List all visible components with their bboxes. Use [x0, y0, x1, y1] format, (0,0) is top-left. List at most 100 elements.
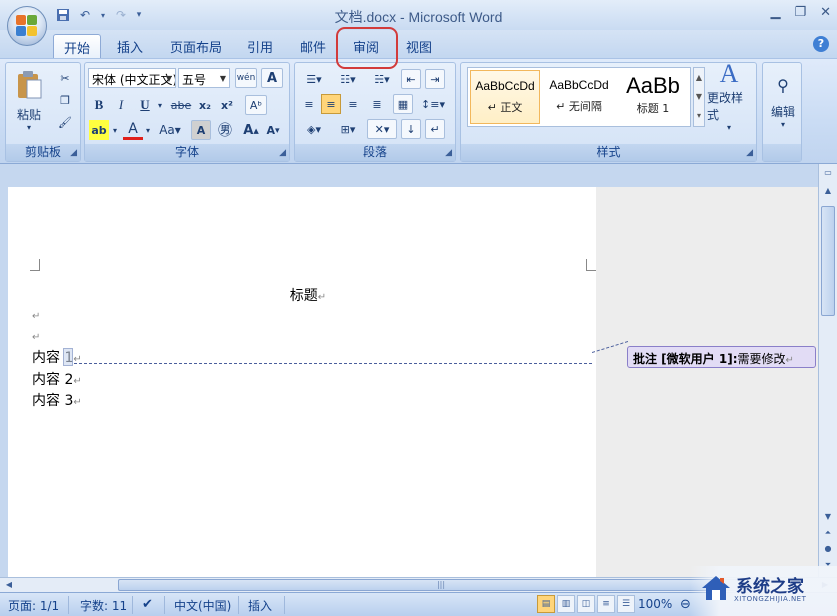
- scroll-left-icon[interactable]: ◀: [2, 578, 16, 592]
- previous-page-icon[interactable]: ⏶: [821, 526, 835, 540]
- tab-insert[interactable]: 插入: [107, 34, 153, 58]
- web-layout-icon[interactable]: ◫: [577, 595, 595, 613]
- help-icon[interactable]: ?: [813, 36, 829, 52]
- scroll-down-icon[interactable]: ▼: [821, 510, 835, 524]
- proofing-icon[interactable]: ✔: [142, 597, 153, 612]
- font-color-dropdown-icon[interactable]: ▾: [143, 120, 153, 140]
- status-language[interactable]: 中文(中国): [174, 597, 231, 614]
- format-painter-icon[interactable]: 🖌: [56, 113, 74, 131]
- dialog-launcher-icon[interactable]: ◢: [279, 148, 286, 158]
- view-buttons: ▤ ▥ ◫ ≡ ☰: [537, 595, 635, 613]
- editing-button[interactable]: ⚲ 编辑 ▾: [765, 67, 801, 137]
- full-screen-reading-icon[interactable]: ▥: [557, 595, 575, 613]
- strikethrough-icon[interactable]: abe: [169, 95, 193, 115]
- scroll-up-icon[interactable]: ▲: [821, 184, 835, 198]
- italic-icon[interactable]: I: [111, 95, 131, 115]
- clear-formatting-icon[interactable]: Aᵇ: [245, 95, 267, 115]
- tab-home[interactable]: 开始: [53, 34, 102, 58]
- highlight-icon[interactable]: ab: [89, 120, 109, 140]
- comment-balloon[interactable]: 批注 [微软用户 1]:需要修改↵: [627, 346, 816, 368]
- bold-icon[interactable]: B: [89, 95, 109, 115]
- tab-page-layout[interactable]: 页面布局: [160, 34, 232, 58]
- dialog-launcher-icon[interactable]: ◢: [746, 148, 753, 158]
- multilevel-list-icon[interactable]: ☵▾: [367, 69, 397, 89]
- zoom-level[interactable]: 100%: [638, 597, 672, 611]
- dialog-launcher-icon[interactable]: ◢: [445, 148, 452, 158]
- tab-mailings[interactable]: 邮件: [290, 34, 336, 58]
- status-word-count[interactable]: 字数: 11: [80, 597, 127, 614]
- underline-dropdown-icon[interactable]: ▾: [155, 95, 165, 115]
- style-no-spacing[interactable]: AaBbCcDd ↵ 无间隔: [544, 70, 614, 124]
- restore-icon[interactable]: ❐: [794, 5, 806, 20]
- empty-paragraph[interactable]: ↵: [32, 307, 40, 323]
- style-normal[interactable]: AaBbCcDd ↵ 正文: [470, 70, 540, 124]
- align-center-icon[interactable]: ≡: [321, 94, 341, 114]
- status-page[interactable]: 页面: 1/1: [8, 597, 59, 614]
- style-heading-1[interactable]: AaBb 标题 1: [618, 70, 688, 124]
- status-insert-mode[interactable]: 插入: [248, 597, 272, 614]
- tab-view[interactable]: 视图: [396, 34, 442, 58]
- document-title-line[interactable]: 标题↵: [8, 285, 608, 305]
- line-spacing-icon[interactable]: ↕≡▾: [419, 94, 447, 114]
- group-label-clipboard: 剪贴板: [6, 144, 80, 161]
- binoculars-icon: ⚲: [777, 75, 789, 95]
- cut-icon[interactable]: ✂: [56, 69, 74, 87]
- outline-icon[interactable]: ≡: [597, 595, 615, 613]
- comment-index: 1]:: [714, 352, 738, 366]
- shrink-font-icon[interactable]: A ▾: [263, 120, 283, 140]
- shading-icon[interactable]: ◈▾: [299, 119, 329, 139]
- numbering-icon[interactable]: ☷▾: [333, 69, 363, 89]
- vertical-scroll-thumb[interactable]: [821, 206, 835, 316]
- print-layout-icon[interactable]: ▤: [537, 595, 555, 613]
- chevron-down-icon: ▾: [726, 122, 731, 132]
- bullets-icon[interactable]: ☰▾: [299, 69, 329, 89]
- ribbon: 粘贴 ▾ ✂ ❐ 🖌 剪贴板 ◢ 宋体 (中文正文) ▼ 五号 ▼ wén A …: [0, 58, 837, 164]
- char-shading-icon[interactable]: A: [191, 120, 211, 140]
- show-marks-icon[interactable]: ↵: [425, 119, 445, 139]
- underline-icon[interactable]: U: [135, 95, 155, 115]
- align-left-icon[interactable]: ≡: [299, 94, 319, 114]
- enclose-char-icon[interactable]: ㊚: [215, 120, 235, 140]
- content-line-2[interactable]: 内容 2↵: [32, 369, 82, 389]
- document-area[interactable]: 标题↵ ↵ ↵ 内容 1↵ 内容 2↵ 内容 3↵ 批注 [微软用户 1]:需要…: [0, 164, 818, 577]
- document-page[interactable]: 标题↵ ↵ ↵ 内容 1↵ 内容 2↵ 内容 3↵: [8, 187, 596, 577]
- highlight-dropdown-icon[interactable]: ▾: [110, 120, 120, 140]
- minimize-icon[interactable]: ▁: [770, 5, 780, 20]
- sort-icon[interactable]: ↓: [401, 119, 421, 139]
- dialog-launcher-icon[interactable]: ◢: [70, 148, 77, 158]
- office-button[interactable]: [7, 6, 47, 46]
- font-color-icon[interactable]: A: [123, 120, 143, 140]
- draft-icon[interactable]: ☰: [617, 595, 635, 613]
- copy-icon[interactable]: ❐: [56, 91, 74, 109]
- empty-paragraph[interactable]: ↵: [32, 328, 40, 344]
- font-size-combo[interactable]: 五号 ▼: [178, 68, 230, 88]
- paragraph-mark: ↵: [73, 376, 82, 387]
- ruler-toggle-icon[interactable]: ▭: [821, 166, 835, 180]
- phonetic-guide-icon[interactable]: wén: [235, 68, 257, 88]
- paste-button[interactable]: 粘贴 ▾: [12, 67, 46, 135]
- decrease-indent-icon[interactable]: ⇤: [401, 69, 421, 89]
- grow-font-icon[interactable]: A ▴: [241, 120, 261, 140]
- distributed-icon[interactable]: ▦: [393, 94, 413, 114]
- subscript-icon[interactable]: x₂: [195, 95, 215, 115]
- tab-references[interactable]: 引用: [237, 34, 283, 58]
- vertical-scrollbar[interactable]: ▭ ▲ ▼ ⏶ ● ⏷: [818, 164, 837, 577]
- close-icon[interactable]: ✕: [820, 5, 831, 20]
- quick-styles-gallery: AaBbCcDd ↵ 正文 AaBbCcDd ↵ 无间隔 AaBb 标题 1: [467, 67, 691, 127]
- superscript-icon[interactable]: x²: [217, 95, 237, 115]
- justify-icon[interactable]: ≣: [367, 94, 387, 114]
- char-border-icon[interactable]: A: [261, 68, 283, 88]
- increase-indent-icon[interactable]: ⇥: [425, 69, 445, 89]
- content-line-1[interactable]: 内容 1↵: [32, 347, 82, 367]
- gallery-scroll[interactable]: ▲ ▼ ▾: [693, 67, 705, 127]
- borders-icon[interactable]: ⊞▾: [333, 119, 363, 139]
- change-styles-button[interactable]: A 更改样式 ▾: [707, 59, 751, 132]
- change-case-icon[interactable]: Aa▾: [156, 120, 184, 140]
- chinese-layout-icon[interactable]: ✕▾: [367, 119, 397, 139]
- align-right-icon[interactable]: ≡: [343, 94, 363, 114]
- select-browse-object-icon[interactable]: ●: [821, 542, 835, 556]
- font-name-combo[interactable]: 宋体 (中文正文) ▼: [88, 68, 176, 88]
- horizontal-scroll-thumb[interactable]: |||: [118, 579, 764, 591]
- content-line-3[interactable]: 内容 3↵: [32, 390, 82, 410]
- style-sample: AaBbCcDd: [475, 79, 535, 93]
